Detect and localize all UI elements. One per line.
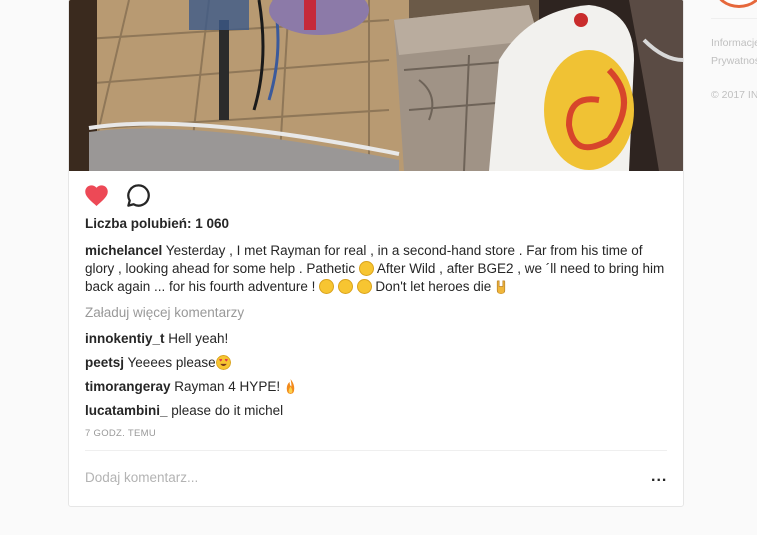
comment-text: please do it michel xyxy=(167,403,284,418)
comment-username[interactable]: lucatambini_ xyxy=(85,403,168,418)
rock-hand-emoji xyxy=(496,280,506,294)
caption-text-3: Don't let heroes die xyxy=(371,279,496,294)
post-card: Liczba polubień: 1 060 michelancel Yeste… xyxy=(68,0,684,507)
comment-text: Rayman 4 HYPE! xyxy=(170,379,284,394)
caption-username[interactable]: michelancel xyxy=(85,243,162,258)
comment-icon[interactable] xyxy=(125,182,152,209)
heart-icon[interactable] xyxy=(83,182,110,209)
add-comment-input[interactable] xyxy=(85,470,605,485)
comment-item: lucatambini_ please do it michel xyxy=(85,402,675,426)
grin-emoji xyxy=(337,279,353,294)
comment-text: Hell yeah! xyxy=(164,331,229,346)
comment-item: peetsj Yeeees please xyxy=(85,354,675,378)
comment-item: innokentiy_t Hell yeah! xyxy=(85,330,675,354)
sidebar-copyright: © 2017 INSTAGRAM xyxy=(711,89,757,101)
grin-emoji xyxy=(319,279,335,294)
more-options-button[interactable]: ... xyxy=(651,468,667,486)
comment-divider xyxy=(85,450,667,451)
sidebar-footer: Informacje Prywatność © 2017 INSTAGRAM xyxy=(711,0,757,104)
load-more-comments[interactable]: Załaduj więcej komentarzy xyxy=(85,305,244,320)
fire-emoji xyxy=(286,379,295,394)
heart-eyes-emoji xyxy=(215,355,231,370)
sad-face-emoji xyxy=(358,261,374,276)
comment-item: timorangeray Rayman 4 HYPE! xyxy=(85,378,675,402)
comment-text: Yeeees please xyxy=(124,355,216,370)
post-photo[interactable] xyxy=(69,0,683,171)
comment-username[interactable]: timorangeray xyxy=(85,379,171,394)
sidebar-link-about[interactable]: Informacje xyxy=(711,34,757,52)
sidebar-link-privacy[interactable]: Prywatność xyxy=(711,52,757,70)
comments-list: innokentiy_t Hell yeah! peetsj Yeeees pl… xyxy=(85,330,675,426)
post-caption: michelancel Yesterday , I met Rayman for… xyxy=(85,242,675,296)
post-actions xyxy=(83,182,152,209)
likes-count[interactable]: Liczba polubień: 1 060 xyxy=(85,216,229,231)
comment-username[interactable]: innokentiy_t xyxy=(85,331,165,346)
comment-username[interactable]: peetsj xyxy=(85,355,124,370)
grin-emoji xyxy=(356,279,372,294)
post-timestamp[interactable]: 7 GODZ. TEMU xyxy=(85,428,156,439)
